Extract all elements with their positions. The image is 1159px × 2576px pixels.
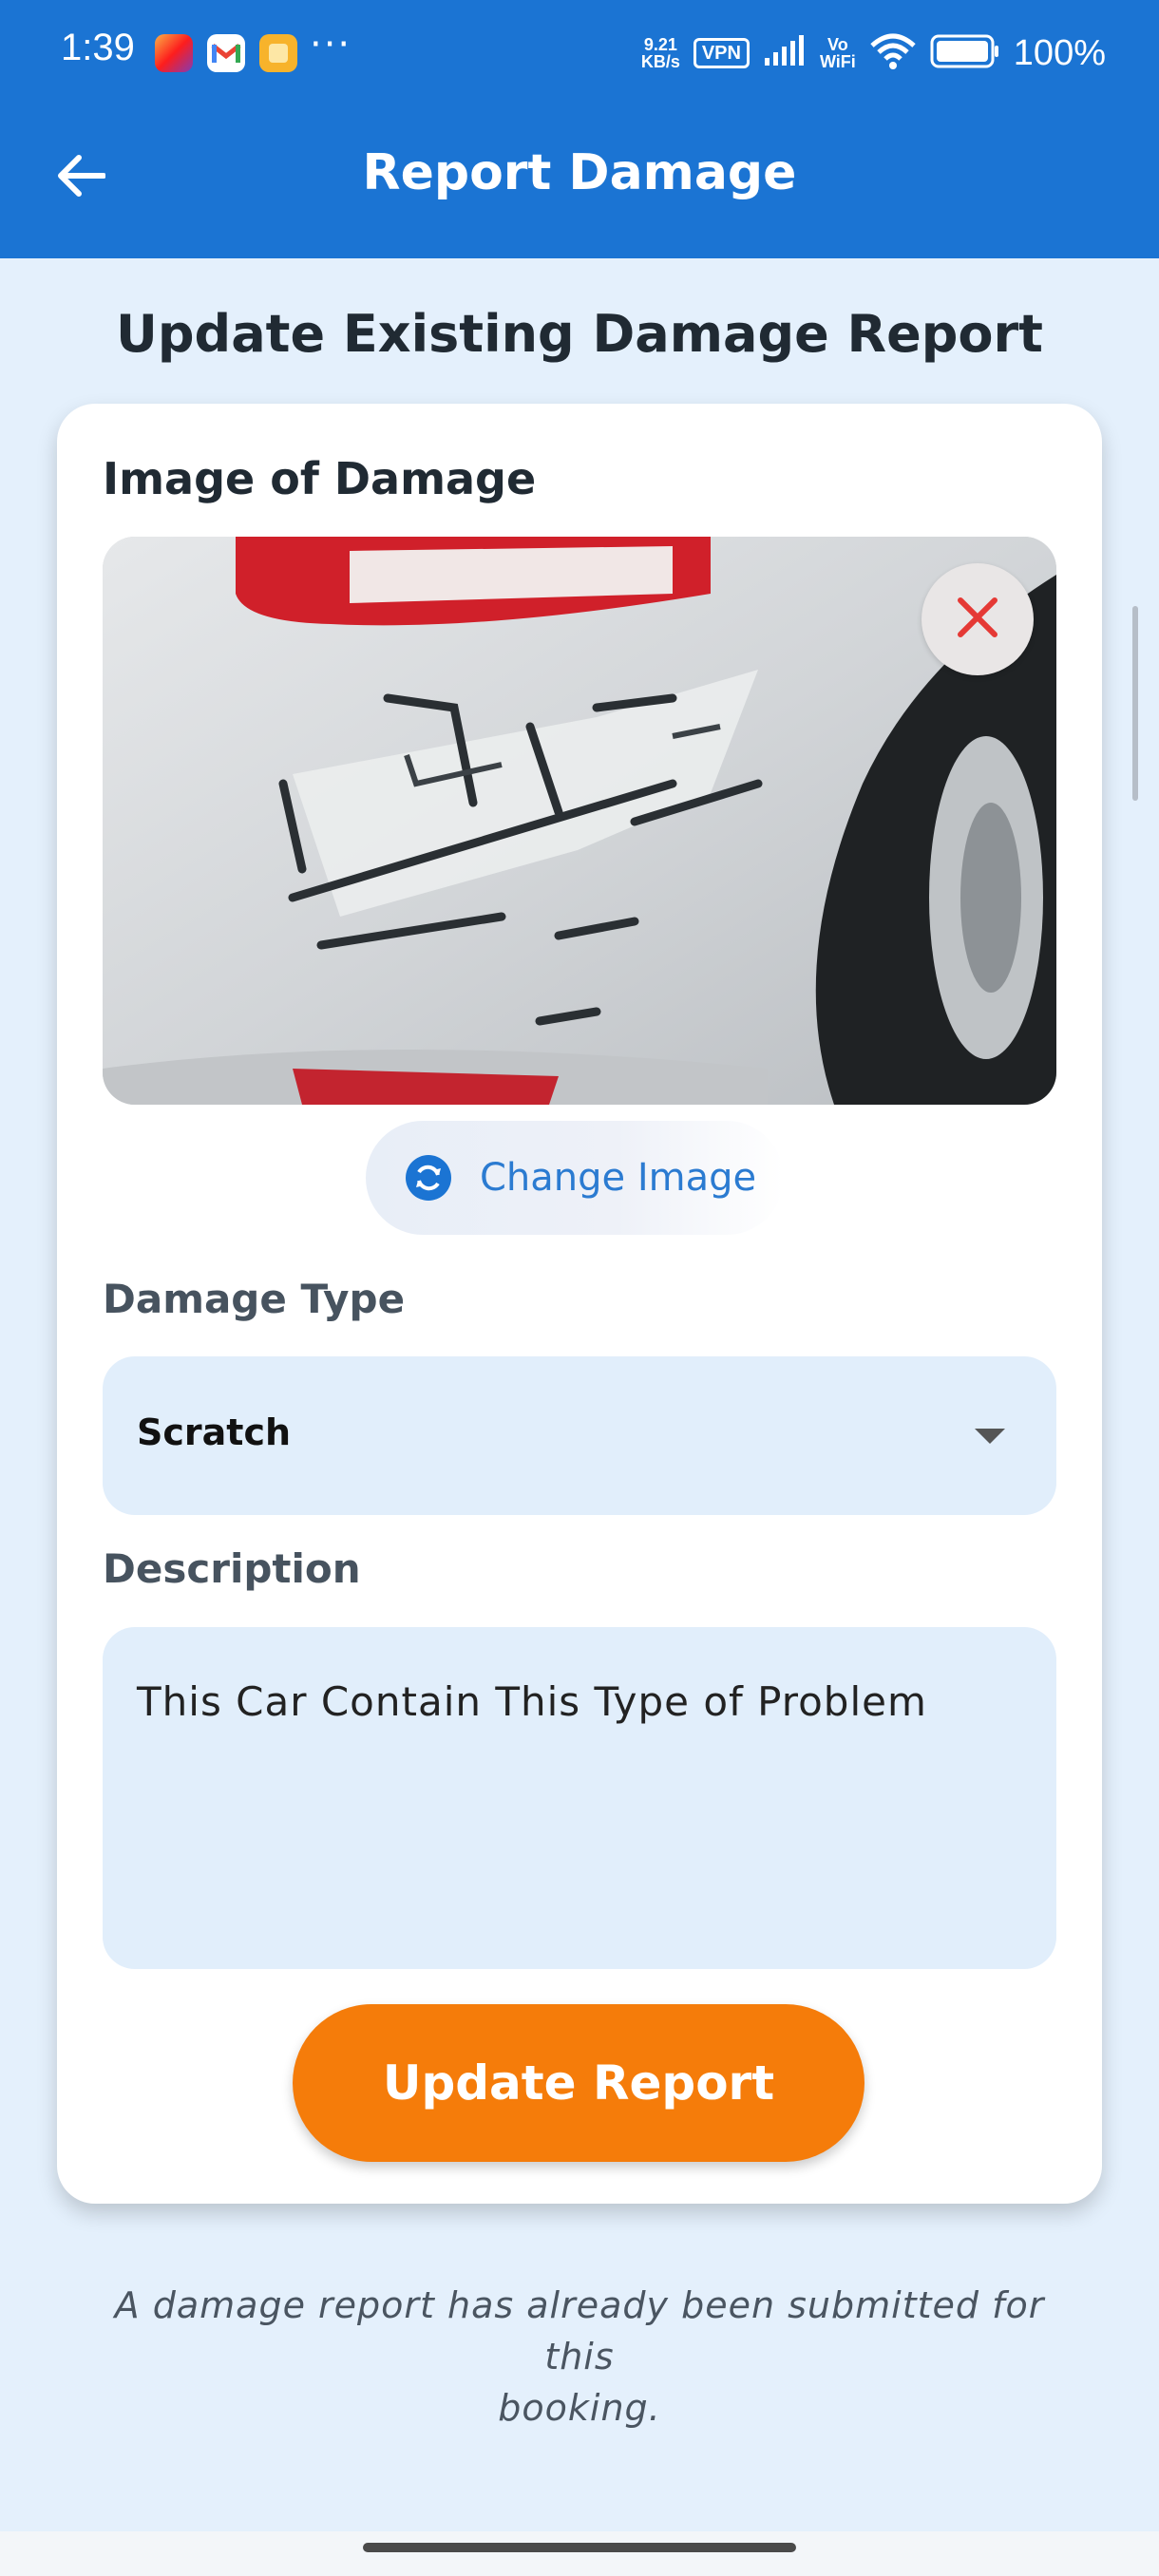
battery-icon [930, 34, 1000, 73]
description-field[interactable]: This Car Contain This Type of Problem [103, 1627, 1056, 1969]
instagram-icon [155, 34, 193, 72]
caret-down-icon [975, 1429, 1005, 1444]
status-right-group: 9.21 KB/s VPN Vo WiFi 100% [641, 25, 1106, 82]
image-label: Image of Damage [103, 453, 537, 504]
app-bar-title: Report Damage [362, 144, 797, 201]
damage-type-value: Scratch [137, 1411, 292, 1453]
vpn-badge: VPN [693, 38, 750, 68]
battery-level: 100% [1013, 32, 1106, 73]
change-image-label: Change Image [480, 1156, 757, 1200]
description-label: Description [103, 1545, 361, 1592]
change-image-button[interactable]: Change Image [366, 1121, 784, 1235]
page-heading: Update Existing Damage Report [116, 304, 1043, 364]
update-report-button[interactable]: Update Report [293, 2004, 864, 2162]
note-line-2: booking. [498, 2387, 661, 2429]
remove-image-button[interactable] [922, 563, 1034, 675]
app-bar: 1:39 ··· 9.21 KB/s VPN Vo WiFi 100% Repo… [0, 0, 1159, 258]
network-speed: 9.21 KB/s [641, 36, 680, 70]
network-speed-value: 9.21 [643, 35, 677, 54]
close-icon [955, 595, 1000, 644]
network-speed-unit: KB/s [640, 52, 680, 71]
note-line-1: A damage report has already been submitt… [114, 2284, 1045, 2377]
vowifi-icon: Vo WiFi [820, 36, 856, 70]
notes-icon [259, 34, 297, 72]
more-notifications-icon: ··· [310, 23, 352, 66]
description-value: This Car Contain This Type of Problem [137, 1678, 927, 1725]
already-submitted-note: A damage report has already been submitt… [76, 2280, 1083, 2434]
refresh-icon [406, 1155, 451, 1201]
gmail-icon [207, 34, 245, 72]
damage-type-label: Damage Type [103, 1276, 406, 1322]
scrollbar[interactable] [1132, 606, 1138, 801]
damage-report-card: Image of Damage Change Image Damage Type… [57, 404, 1102, 2204]
wifi-icon [869, 32, 917, 75]
system-nav-bar [0, 2531, 1159, 2576]
signal-icon [763, 34, 807, 72]
status-bar: 1:39 ··· 9.21 KB/s VPN Vo WiFi 100% [0, 0, 1159, 106]
damage-type-dropdown[interactable]: Scratch [103, 1356, 1056, 1515]
damage-photo [103, 537, 1056, 1105]
vowifi-label-bottom: WiFi [819, 52, 856, 71]
home-gesture-handle[interactable] [363, 2543, 796, 2552]
vowifi-label-top: Vo [827, 35, 848, 54]
status-time: 1:39 [61, 27, 135, 68]
